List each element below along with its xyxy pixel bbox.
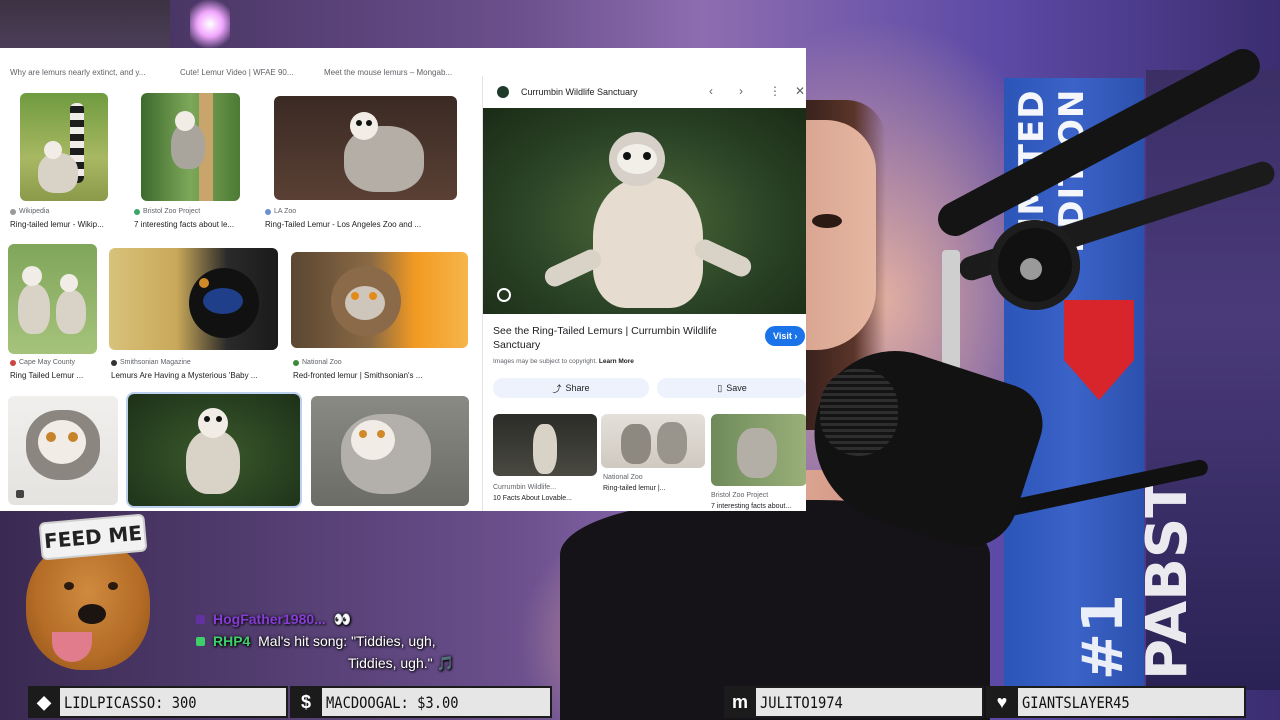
chat-text-continued: Tiddies, ugh." 🎵 (348, 655, 454, 671)
related-image[interactable] (711, 414, 806, 486)
result-caption[interactable]: Red-fronted lemur | Smithsonian's ... (293, 371, 463, 380)
related-search-chip[interactable]: Why are lemurs nearly extinct, and y... (10, 68, 145, 77)
result-caption[interactable]: Ring Tailed Lemur ... (10, 371, 96, 380)
panel-site-name[interactable]: Currumbin Wildlife Sanctuary (521, 87, 638, 97)
next-icon[interactable]: › (739, 84, 743, 98)
result-caption[interactable]: Ring-Tailed Lemur - Los Angeles Zoo and … (265, 220, 465, 229)
result-source[interactable]: Cape May County (10, 359, 75, 366)
share-icon: ⤴ (552, 383, 562, 394)
image-result[interactable] (8, 244, 97, 354)
panel-hero-image[interactable] (483, 108, 806, 314)
chat-badge-icon (196, 615, 205, 624)
bar-text: LIDLPICASSO: 300 (64, 692, 197, 712)
lens-icon[interactable] (497, 288, 511, 302)
mic-joint-knob (1020, 258, 1042, 280)
light-glow (190, 0, 230, 48)
bar-text: JULITO1974 (760, 692, 843, 712)
mic-pole (942, 250, 960, 370)
close-icon[interactable]: ✕ (795, 84, 805, 98)
chat-text: 👀 (333, 611, 352, 627)
related-caption[interactable]: 10 Facts About Lovable... (493, 495, 572, 502)
image-result[interactable] (311, 396, 469, 506)
screen-share-image-search: Why are lemurs nearly extinct, and y... … (0, 48, 806, 511)
stream-chat: HogFather1980... 👀 RHP4 Mal's hit song: … (196, 608, 576, 671)
result-source[interactable]: LA Zoo (265, 208, 296, 215)
result-source[interactable]: National Zoo (293, 359, 342, 366)
related-source[interactable]: National Zoo (603, 474, 643, 481)
result-source[interactable]: Wikipedia (10, 208, 49, 215)
result-source[interactable]: Smithsonian Magazine (111, 359, 191, 366)
recent-follower-bar: ♥ GIANTSLAYER45 (986, 686, 1246, 718)
dog-eye (108, 582, 118, 590)
image-result[interactable] (274, 96, 457, 200)
box-label-bottom: #1 PABST (1071, 479, 1200, 680)
image-result[interactable] (291, 252, 468, 348)
wall (0, 0, 170, 48)
dollar-icon: $ (292, 688, 320, 716)
chat-message: HogFather1980... 👀 (196, 608, 576, 630)
dog-hat-label: FEED ME (38, 513, 148, 561)
related-source[interactable]: Bristol Zoo Project (711, 492, 768, 499)
recent-member-bar: m JULITO1974 (724, 686, 984, 718)
streamer-face (806, 120, 876, 350)
site-favicon-icon (497, 86, 509, 98)
previous-icon[interactable]: ‹ (709, 84, 713, 98)
chat-username: RHP4 (213, 633, 251, 649)
related-source[interactable]: Currumbin Wildlife... (493, 484, 556, 491)
m-icon: m (726, 688, 754, 716)
chat-message: RHP4 Mal's hit song: "Tiddies, ugh, (196, 630, 576, 652)
image-result[interactable] (141, 93, 240, 201)
chat-badge-icon (196, 637, 205, 646)
save-button[interactable]: ▯ Save (657, 378, 806, 398)
copyright-notice: Images may be subject to copyright. Lear… (493, 358, 634, 365)
result-caption[interactable]: Lemurs Are Having a Mysterious 'Baby ... (111, 371, 279, 380)
related-image[interactable] (493, 414, 597, 476)
image-preview-panel: Currumbin Wildlife Sanctuary ‹ › ⋮ ✕ See… (482, 76, 806, 511)
panel-title[interactable]: See the Ring-Tailed Lemurs | Currumbin W… (493, 324, 743, 352)
streamer-eye (812, 214, 842, 228)
recent-bits-bar: ◆ LIDLPICASSO: 300 (28, 686, 288, 718)
chat-text: Mal's hit song: "Tiddies, ugh, (258, 633, 436, 649)
recent-tip-bar: $ MACDOOGAL: $3.00 (290, 686, 552, 718)
related-image[interactable] (601, 414, 705, 468)
image-result[interactable] (109, 248, 278, 350)
share-button[interactable]: ⤴ Share (493, 378, 649, 398)
bookmark-icon: ▯ (717, 382, 723, 393)
bar-text: MACDOOGAL: $3.00 (326, 692, 459, 712)
related-search-chip[interactable]: Cute! Lemur Video | WFAE 90... (180, 68, 294, 77)
dog-nose (78, 604, 106, 624)
diamond-icon: ◆ (30, 688, 58, 716)
chat-username: HogFather1980... (213, 611, 326, 627)
result-source[interactable]: Bristol Zoo Project (134, 208, 200, 215)
image-result[interactable] (8, 396, 118, 505)
related-caption[interactable]: 7 interesting facts about... (711, 503, 791, 510)
result-caption[interactable]: 7 interesting facts about le... (134, 220, 246, 229)
image-result[interactable] (20, 93, 108, 201)
bar-text: GIANTSLAYER45 (1022, 692, 1130, 712)
browser-top-strip (0, 48, 806, 62)
more-options-icon[interactable]: ⋮ (769, 84, 781, 98)
visit-button[interactable]: Visit › (765, 326, 806, 346)
related-search-chip[interactable]: Meet the mouse lemurs – Mongab... (324, 68, 452, 77)
image-result-selected[interactable] (126, 392, 302, 508)
feed-me-dog-overlay: FEED ME (22, 513, 150, 680)
microphone-grill (820, 368, 898, 456)
related-caption[interactable]: Ring-tailed lemur |... (603, 485, 666, 492)
heart-icon: ♥ (988, 688, 1016, 716)
result-caption[interactable]: Ring-tailed lemur - Wikip... (10, 220, 114, 229)
learn-more-link[interactable]: Learn More (599, 358, 634, 365)
dog-eye (64, 582, 74, 590)
visit-label: Visit (773, 331, 792, 341)
